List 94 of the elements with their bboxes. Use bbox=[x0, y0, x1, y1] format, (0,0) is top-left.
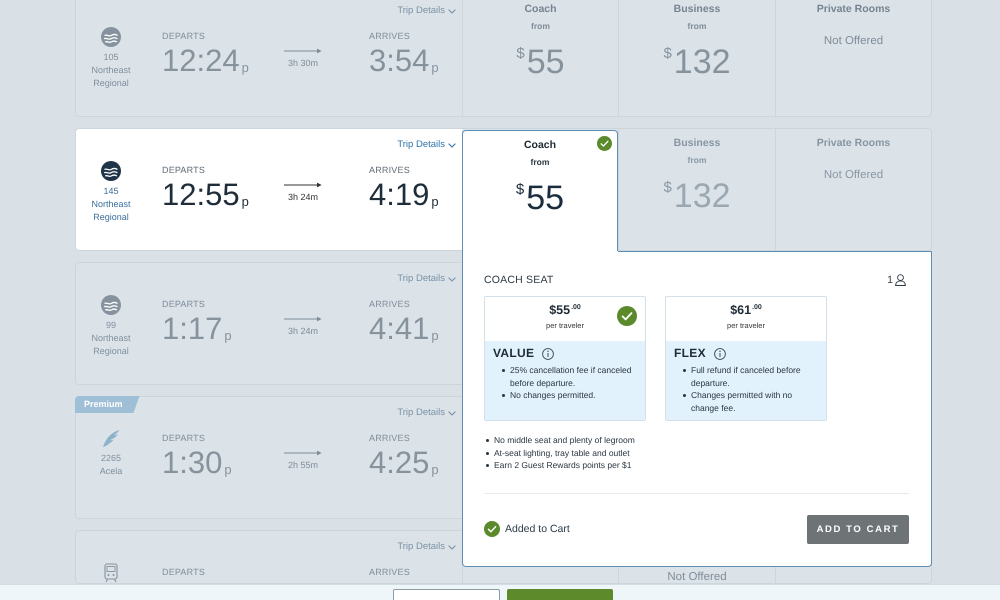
from-label: from bbox=[531, 21, 550, 32]
arrow-icon bbox=[284, 316, 322, 322]
bullet-icon bbox=[502, 394, 505, 397]
fare-card-title: FLEX bbox=[674, 346, 706, 361]
traveler-count: 1 bbox=[887, 273, 893, 287]
trip-details-link[interactable]: Trip Details bbox=[397, 407, 456, 419]
fare-option[interactable]: Business from $^{$}$132 bbox=[618, 0, 775, 116]
panel-title: COACH SEAT bbox=[484, 273, 554, 287]
fare-card-price: $55$^{.00}$ bbox=[549, 303, 581, 318]
fare-price: $^{$}$132 bbox=[663, 42, 731, 80]
arrow-icon bbox=[284, 182, 322, 188]
chevron-down-icon bbox=[448, 276, 456, 282]
check-icon bbox=[484, 521, 500, 537]
term-text: Full refund if canceled before departure. bbox=[691, 364, 802, 389]
train-name: Acela bbox=[98, 465, 124, 478]
duration-label: 3h 24m bbox=[288, 192, 318, 203]
fare-class-label: Private Rooms bbox=[816, 137, 890, 150]
train-number: 145 bbox=[103, 185, 119, 198]
bullet-icon bbox=[683, 394, 686, 397]
chevron-down-icon bbox=[448, 544, 456, 550]
circle-logo-icon bbox=[101, 161, 121, 181]
secondary-button[interactable] bbox=[393, 589, 500, 600]
train-number: 105 bbox=[103, 51, 119, 64]
train-number: 2265 bbox=[100, 452, 122, 465]
train-name: Northeast Regional bbox=[90, 64, 132, 90]
circle-logo-icon bbox=[101, 295, 121, 315]
duration-label: 2h 55m bbox=[288, 460, 318, 471]
bullet-icon bbox=[683, 369, 686, 372]
info-icon bbox=[542, 348, 554, 360]
trip-details-link[interactable]: Trip Details bbox=[397, 5, 456, 17]
duration-label: 3h 30m bbox=[288, 58, 318, 69]
check-icon bbox=[617, 306, 637, 326]
availability-label: Not Offered bbox=[824, 169, 884, 181]
fare-card-price: $61$^{.00}$ bbox=[730, 303, 762, 318]
from-label: from bbox=[688, 155, 706, 166]
fare-card-title: VALUE bbox=[493, 346, 534, 361]
fare-option[interactable]: Business from $^{$}$132 bbox=[618, 129, 775, 250]
trip-details-link[interactable]: Trip Details bbox=[397, 273, 456, 285]
availability-label: Not Offered bbox=[824, 35, 884, 47]
departs-label: DEPARTS bbox=[162, 567, 206, 578]
arrives-label: ARRIVES bbox=[369, 433, 410, 444]
fare-price: $^{$}$132 bbox=[663, 176, 731, 214]
fare-class-label: Coach bbox=[524, 3, 557, 16]
person-icon bbox=[895, 274, 906, 286]
feather-icon bbox=[102, 429, 120, 448]
fare-option[interactable]: Coach from $^{$}$55 bbox=[462, 0, 618, 116]
chevron-down-icon bbox=[448, 142, 456, 148]
chevron-down-icon bbox=[448, 410, 456, 416]
trip-details-link[interactable]: Trip Details bbox=[397, 139, 456, 151]
departs-label: DEPARTS bbox=[162, 299, 206, 310]
fare-option[interactable]: Coach from $^{$}$55 bbox=[462, 130, 618, 251]
fare-price: $^{$}$55 bbox=[516, 42, 565, 80]
term-text: 25% cancellation fee if canceled before departure. bbox=[510, 364, 632, 389]
cart-status: Added to Cart bbox=[505, 522, 570, 536]
bullet-icon bbox=[486, 452, 489, 454]
circle-logo-icon bbox=[101, 27, 121, 47]
train-icon bbox=[104, 563, 118, 583]
departs-label: DEPARTS bbox=[162, 165, 206, 176]
fare-option[interactable]: Private Rooms Not Offered bbox=[775, 129, 931, 250]
term-text: No changes permitted. bbox=[510, 389, 596, 402]
fare-class-label: Private Rooms bbox=[816, 3, 890, 16]
fare-class-label: Business bbox=[674, 137, 720, 150]
departs-label: DEPARTS bbox=[162, 31, 206, 42]
duration-label: 3h 24m bbox=[288, 326, 318, 337]
premium-badge: Premium bbox=[75, 396, 140, 413]
trip-details-link[interactable]: Trip Details bbox=[397, 541, 456, 553]
train-name: Northeast Regional bbox=[90, 332, 132, 358]
bullet-icon bbox=[486, 439, 489, 442]
check-icon bbox=[597, 136, 612, 151]
train-name: Northeast Regional bbox=[90, 198, 132, 224]
fare-class-label: Business bbox=[674, 3, 720, 16]
bullet-icon bbox=[502, 369, 505, 372]
from-label: from bbox=[688, 21, 706, 32]
availability-label: Not Offered bbox=[667, 571, 727, 583]
feature-text: Earn 2 Guest Rewards points per $1 bbox=[494, 459, 632, 472]
term-text: Changes permitted with no change fee. bbox=[691, 389, 794, 414]
feature-text: No middle seat and plenty of legroom bbox=[494, 434, 635, 446]
train-number: 99 bbox=[106, 319, 116, 332]
arrives-label: ARRIVES bbox=[369, 567, 410, 578]
feature-text: At-seat lighting, tray table and outlet bbox=[494, 446, 630, 459]
departs-label: DEPARTS bbox=[162, 433, 206, 444]
bullet-icon bbox=[486, 464, 489, 467]
fare-class-label: Coach bbox=[524, 139, 556, 152]
arrives-label: ARRIVES bbox=[369, 31, 410, 42]
from-label: from bbox=[530, 157, 550, 168]
chevron-down-icon bbox=[448, 8, 456, 14]
add-to-cart-button[interactable]: ADD TO CART bbox=[807, 514, 909, 544]
fare-price: $^{$}$55 bbox=[516, 178, 564, 216]
arrow-icon bbox=[284, 450, 322, 456]
info-icon bbox=[714, 348, 726, 360]
fare-option[interactable]: Private Rooms Not Offered bbox=[775, 0, 931, 116]
arrow-icon bbox=[284, 48, 322, 54]
arrives-label: ARRIVES bbox=[369, 299, 410, 310]
arrives-label: ARRIVES bbox=[369, 165, 410, 176]
